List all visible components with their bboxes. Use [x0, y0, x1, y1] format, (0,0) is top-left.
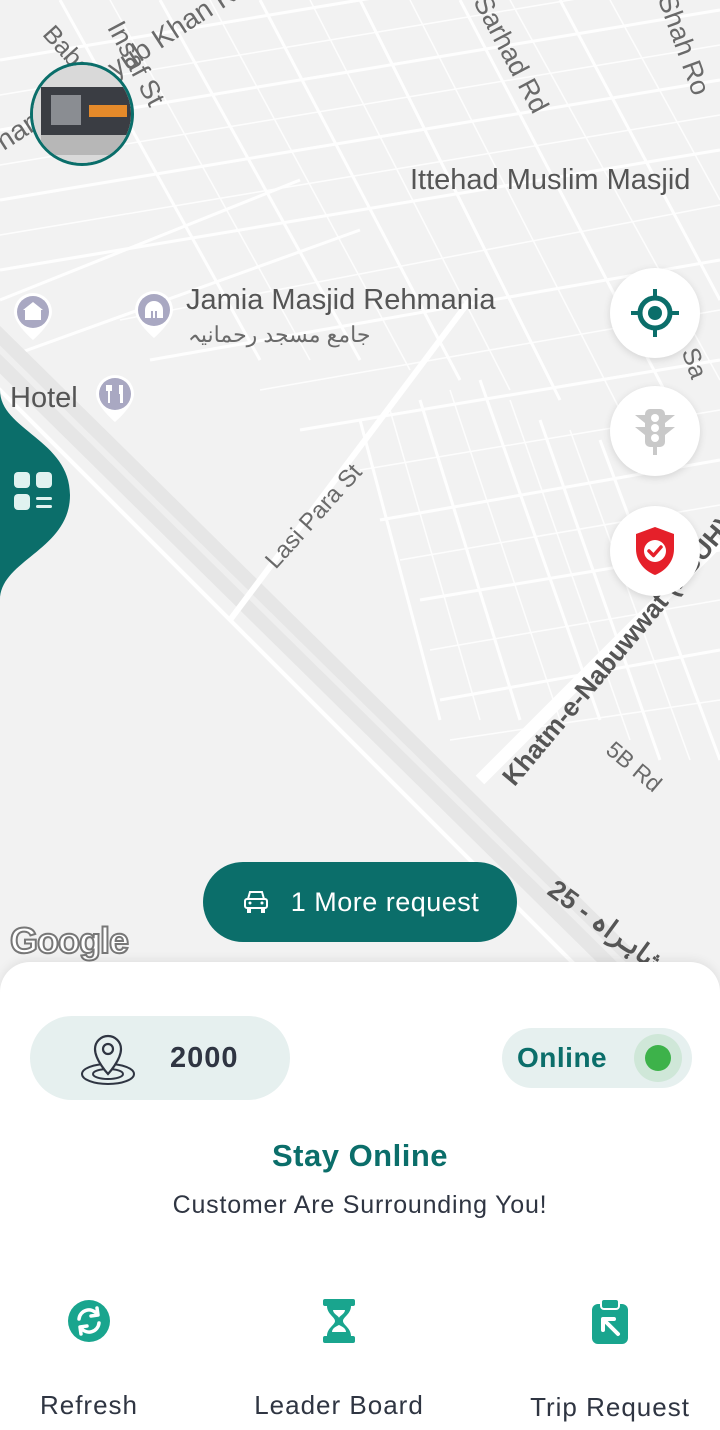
- trip-request-label: Trip Request: [530, 1392, 690, 1422]
- grid-menu-icon: [14, 472, 52, 510]
- crosshair-icon: [631, 289, 679, 337]
- google-logo: Google: [9, 919, 130, 962]
- menu-drawer-tab[interactable]: [0, 390, 80, 600]
- clipboard-arrow-icon: [592, 1298, 628, 1344]
- stay-online-subtitle: Customer Are Surrounding You!: [172, 1191, 548, 1219]
- hourglass-icon: [323, 1299, 355, 1343]
- leader-board-label: Leader Board: [254, 1390, 424, 1420]
- mosque-icon[interactable]: [131, 288, 177, 340]
- shield-check-icon: [636, 527, 674, 575]
- points-value: 2000: [170, 1041, 239, 1074]
- refresh-icon: [68, 1300, 110, 1342]
- poi-landmark-icon[interactable]: [10, 290, 56, 342]
- profile-avatar[interactable]: [30, 62, 134, 166]
- car-icon: [243, 891, 268, 913]
- traffic-light-icon: [635, 409, 675, 455]
- more-request-button[interactable]: 1 More request: [203, 862, 517, 942]
- refresh-button[interactable]: Refresh: [0, 1298, 209, 1420]
- more-request-label: 1 More request: [290, 886, 480, 917]
- map-label-jamia-masjid-urdu: جامع مسجد رحمانیہ: [188, 322, 371, 347]
- safety-button[interactable]: [610, 506, 700, 596]
- leader-board-button[interactable]: Leader Board: [219, 1298, 459, 1420]
- bottom-sheet: 2000 Online Stay Online Customer Are Sur…: [0, 962, 720, 1430]
- trip-request-button[interactable]: Trip Request: [490, 1298, 720, 1422]
- online-status-toggle[interactable]: Online: [502, 1028, 692, 1088]
- location-pin-icon: [81, 1034, 135, 1085]
- refresh-label: Refresh: [39, 1390, 139, 1420]
- locate-me-button[interactable]: [610, 268, 700, 358]
- online-indicator: [634, 1034, 682, 1082]
- map-view[interactable]: hammad Ayub Khan Karlal Rd Insaf St Baba…: [0, 0, 720, 1000]
- restaurant-icon[interactable]: [92, 372, 138, 424]
- stay-online-title: Stay Online: [271, 1138, 449, 1173]
- map-label-ittehad-masjid: Ittehad Muslim Masjid: [410, 164, 691, 196]
- points-badge: 2000: [30, 1016, 290, 1100]
- online-status-label: Online: [517, 1042, 608, 1073]
- map-label-jamia-masjid: Jamia Masjid Rehmania: [186, 284, 496, 316]
- traffic-toggle-button[interactable]: [610, 386, 700, 476]
